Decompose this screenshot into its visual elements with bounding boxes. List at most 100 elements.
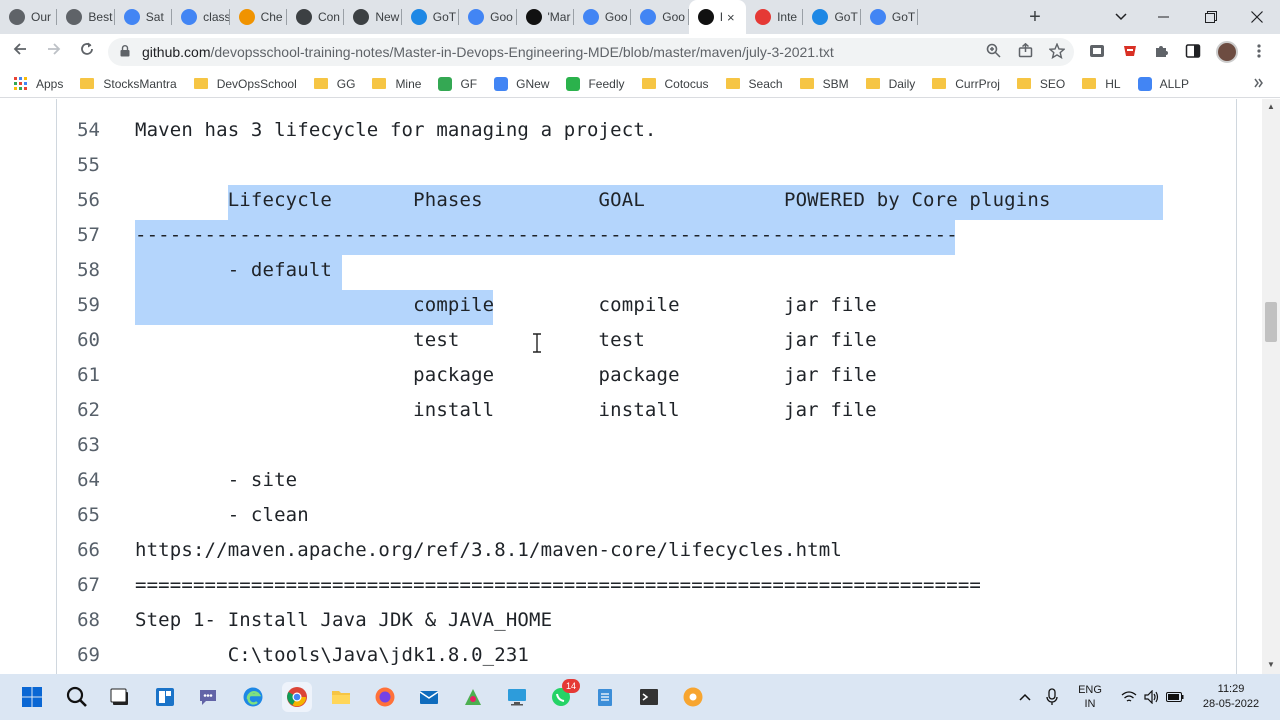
line-number[interactable]: 57: [57, 218, 100, 253]
line-number[interactable]: 61: [57, 358, 100, 393]
tab-title: Che: [260, 10, 283, 24]
scrollbar-thumb[interactable]: [1265, 302, 1277, 342]
chrome-menu-icon[interactable]: [1250, 43, 1268, 61]
language-indicator[interactable]: ENG IN: [1072, 683, 1108, 711]
browser-tab[interactable]: GoT: [402, 0, 460, 34]
browser-tab[interactable]: Che: [230, 0, 287, 34]
task-view-icon[interactable]: [105, 682, 135, 712]
line-number[interactable]: 69: [57, 638, 100, 673]
browser-tab[interactable]: 'Mar: [517, 0, 574, 34]
line-number[interactable]: 54: [57, 113, 100, 148]
line-number[interactable]: 65: [57, 498, 100, 533]
minimize-button[interactable]: [1140, 0, 1186, 34]
close-window-button[interactable]: [1234, 0, 1280, 34]
paint-icon[interactable]: [458, 682, 488, 712]
bookmark-item[interactable]: SBM: [799, 77, 849, 91]
line-number[interactable]: 56: [57, 183, 100, 218]
new-tab-button[interactable]: +: [1024, 6, 1046, 28]
line-number[interactable]: 55: [57, 148, 100, 183]
folder-icon: [865, 78, 880, 89]
search-icon[interactable]: [62, 682, 92, 712]
bookmark-item[interactable]: Apps: [14, 76, 63, 91]
terminal-icon[interactable]: [634, 682, 664, 712]
browser-tab[interactable]: Goo: [574, 0, 632, 34]
scroll-down-arrow-icon[interactable]: ▼: [1266, 660, 1276, 669]
windows-start-icon[interactable]: [17, 682, 47, 712]
browser-tab[interactable]: Inte: [746, 0, 804, 34]
region-code: IN: [1084, 698, 1096, 710]
clock[interactable]: 11:29 28-05-2022: [1194, 682, 1268, 712]
battery-icon[interactable]: [1160, 682, 1190, 712]
bookmark-item[interactable]: StocksMantra: [80, 77, 177, 91]
browser-tab[interactable]: class: [172, 0, 230, 34]
chrome-taskbar-icon[interactable]: [282, 682, 312, 712]
snip-sketch-icon[interactable]: [678, 682, 708, 712]
show-hidden-icons-chevron-icon[interactable]: [1010, 682, 1040, 712]
line-number[interactable]: 63: [57, 428, 100, 463]
share-icon[interactable]: [1016, 42, 1034, 61]
url-path: /devopsschool-training-notes/Master-in-D…: [210, 44, 834, 60]
remote-desktop-icon[interactable]: [502, 682, 532, 712]
firefox-icon[interactable]: [370, 682, 400, 712]
bookmark-item[interactable]: HL: [1082, 77, 1121, 91]
line-number[interactable]: 64: [57, 463, 100, 498]
bookmark-item[interactable]: GG: [313, 77, 355, 91]
bookmark-item[interactable]: GNew: [494, 76, 549, 91]
address-bar[interactable]: github.com/devopsschool-training-notes/M…: [108, 38, 1074, 66]
extension-red-icon[interactable]: [1121, 43, 1139, 61]
page-scrollbar[interactable]: [1262, 99, 1280, 674]
file-explorer-icon[interactable]: [326, 682, 356, 712]
scroll-up-arrow-icon[interactable]: ▲: [1266, 102, 1276, 111]
browser-tab[interactable]: Con: [287, 0, 345, 34]
browser-tab[interactable]: I ×: [688, 0, 747, 34]
widgets-icon[interactable]: [150, 682, 180, 712]
bookmark-item[interactable]: GF: [438, 76, 477, 91]
bookmark-item[interactable]: CurrProj: [932, 77, 1000, 91]
bookmark-item[interactable]: DevOpsSchool: [193, 77, 297, 91]
whatsapp-icon[interactable]: 14: [546, 679, 580, 712]
microphone-icon[interactable]: [1037, 682, 1067, 712]
tab-close-button[interactable]: ×: [727, 10, 735, 25]
line-number[interactable]: 58: [57, 253, 100, 288]
browser-tab[interactable]: Goo: [459, 0, 517, 34]
back-button[interactable]: [8, 41, 32, 63]
google-icon: [123, 9, 140, 25]
line-number[interactable]: 60: [57, 323, 100, 358]
zoom-icon[interactable]: [984, 43, 1002, 61]
profile-avatar[interactable]: [1216, 41, 1238, 63]
code-line: 66 https://maven.apache.org/ref/3.8.1/mav…: [0, 533, 1236, 568]
bookmarks-overflow-icon[interactable]: [1254, 75, 1264, 91]
teams-chat-icon[interactable]: [193, 682, 223, 712]
restore-button[interactable]: [1188, 0, 1234, 34]
forward-button[interactable]: [42, 41, 66, 63]
bookmark-item[interactable]: Feedly: [566, 76, 625, 91]
extensions-puzzle-icon[interactable]: [1152, 43, 1170, 61]
bookmark-star-icon[interactable]: [1048, 42, 1066, 61]
bookmark-item[interactable]: Daily: [865, 77, 915, 91]
browser-tab[interactable]: GoT: [803, 0, 861, 34]
extension-adblock-icon[interactable]: [1088, 43, 1106, 61]
bookmark-item[interactable]: Cotocus: [641, 77, 709, 91]
browser-tab[interactable]: GoT: [861, 0, 919, 34]
mail-icon[interactable]: [414, 682, 444, 712]
bookmark-item[interactable]: SEO: [1016, 77, 1065, 91]
browser-tab[interactable]: Our: [0, 0, 58, 34]
browser-tab[interactable]: New: [344, 0, 402, 34]
line-number[interactable]: 59: [57, 288, 100, 323]
bookmark-item[interactable]: Mine: [372, 77, 421, 91]
browser-tab[interactable]: Best: [57, 0, 115, 34]
reload-button[interactable]: [75, 41, 99, 63]
browser-tab[interactable]: Goo: [631, 0, 689, 34]
line-number[interactable]: 67: [57, 568, 100, 603]
notepad-icon[interactable]: [590, 682, 620, 712]
bookmark-item[interactable]: ALLP: [1137, 76, 1189, 91]
line-number[interactable]: 62: [57, 393, 100, 428]
edge-icon[interactable]: [238, 682, 268, 712]
side-panel-icon[interactable]: [1184, 43, 1202, 61]
browser-tab[interactable]: Sat: [115, 0, 173, 34]
bookmark-item[interactable]: Seach: [725, 77, 783, 91]
line-number[interactable]: 66: [57, 533, 100, 568]
tab-list: Our Best Sat class Che Con New GoT Goo 'Mar Goo Goo…: [0, 0, 919, 34]
tab-search-button[interactable]: [1098, 0, 1144, 34]
line-number[interactable]: 68: [57, 603, 100, 638]
